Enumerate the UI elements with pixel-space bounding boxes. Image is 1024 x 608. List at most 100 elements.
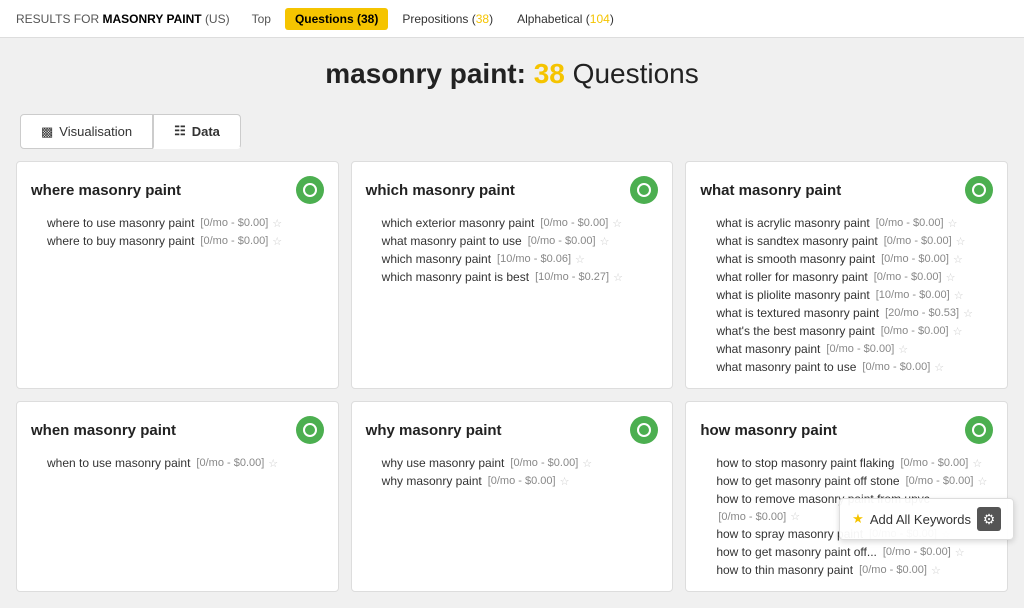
keyword-meta: [10/mo - $0.27] <box>535 271 609 283</box>
keyword-list-what: what is acrylic masonry paint [0/mo - $0.… <box>700 216 993 374</box>
keyword-star-icon[interactable]: ☆ <box>977 475 987 488</box>
card-action-btn-where[interactable] <box>296 176 324 204</box>
list-item: how to get masonry paint off stone [0/mo … <box>716 474 993 488</box>
view-toggle: ▩ Visualisation ☷ Data <box>0 106 1024 161</box>
keyword-meta: [0/mo - $0.00] <box>881 325 949 337</box>
keyword-star-icon[interactable]: ☆ <box>953 253 963 266</box>
keyword-text: how to thin masonry paint <box>716 563 853 577</box>
list-item: what masonry paint to use[0/mo - $0.00]☆ <box>382 234 659 248</box>
card-when: when masonry paint when to use masonry pa… <box>16 401 339 592</box>
card-what: what masonry paint what is acrylic masonr… <box>685 161 1008 389</box>
keyword-star-icon[interactable]: ☆ <box>898 343 908 356</box>
list-item: why use masonry paint [0/mo - $0.00] ☆ <box>382 456 659 470</box>
keyword-star-icon[interactable]: ☆ <box>972 457 982 470</box>
visualisation-btn[interactable]: ▩ Visualisation <box>20 114 153 149</box>
card-title-which: which masonry paint <box>366 182 515 199</box>
keyword-meta: [0/mo - $0.00] <box>540 217 608 229</box>
card-action-btn-which[interactable] <box>630 176 658 204</box>
list-item: what roller for masonry paint[0/mo - $0.… <box>716 270 993 284</box>
tab-questions[interactable]: Questions (38) <box>285 8 388 30</box>
card-action-btn-why[interactable] <box>630 416 658 444</box>
card-header-why: why masonry paint <box>366 416 659 444</box>
keyword-text: which masonry paint <box>382 252 491 266</box>
card-action-btn-what[interactable] <box>965 176 993 204</box>
keyword-meta: [0/mo - $0.00] <box>200 235 268 247</box>
keyword-star-icon[interactable]: ☆ <box>954 289 964 302</box>
add-all-keywords-btn[interactable]: ★ Add All Keywords ⚙ <box>839 498 1014 540</box>
list-item: which masonry paint is best[10/mo - $0.2… <box>382 270 659 284</box>
list-item: how to get masonry paint off...[0/mo - $… <box>716 545 993 559</box>
keyword-text: what masonry paint to use <box>382 234 522 248</box>
keyword-text: which exterior masonry paint <box>382 216 535 230</box>
keyword-text: what is smooth masonry paint <box>716 252 875 266</box>
card-title-how: how masonry paint <box>700 422 837 439</box>
keyword-star-icon[interactable]: ☆ <box>955 546 965 559</box>
keyword-star-icon[interactable]: ☆ <box>953 325 963 338</box>
keyword-star-icon[interactable]: ☆ <box>272 217 282 230</box>
keyword-text: when to use masonry paint <box>47 456 190 470</box>
keyword-star-icon[interactable]: ☆ <box>934 361 944 374</box>
keyword-text: what is acrylic masonry paint <box>716 216 869 230</box>
top-bar: RESULTS FOR MASONRY PAINT (US) Top Quest… <box>0 0 1024 38</box>
keyword-meta: [0/mo - $0.00] <box>196 457 264 469</box>
nav-tabs: Top Questions (38) Prepositions (38) Alp… <box>242 8 624 30</box>
list-item: why masonry paint[0/mo - $0.00]☆ <box>382 474 659 488</box>
keyword-star-icon[interactable]: ☆ <box>272 235 282 248</box>
keyword-star-icon[interactable]: ☆ <box>946 271 956 284</box>
data-btn[interactable]: ☷ Data <box>153 114 241 149</box>
card-action-btn-when[interactable] <box>296 416 324 444</box>
prepositions-count: 38 <box>476 12 489 26</box>
keyword-text: what's the best masonry paint <box>716 324 874 338</box>
data-label: Data <box>192 124 220 139</box>
title-type: Questions <box>573 58 699 89</box>
star-icon: ★ <box>852 511 864 527</box>
keyword-text: what is sandtex masonry paint <box>716 234 877 248</box>
page-title-area: masonry paint: 38 Questions <box>0 38 1024 106</box>
tab-alphabetical[interactable]: Alphabetical (104) <box>507 8 624 30</box>
keyword-star-icon[interactable]: ☆ <box>600 235 610 248</box>
card-title-when: when masonry paint <box>31 422 176 439</box>
tab-prepositions[interactable]: Prepositions (38) <box>392 8 503 30</box>
keyword-star-icon[interactable]: ☆ <box>612 217 622 230</box>
cards-grid: where masonry paintwhere to use masonry … <box>0 161 1024 608</box>
keyword-text: what is textured masonry paint <box>716 306 879 320</box>
keyword-meta: [0/mo - $0.00] <box>510 457 578 469</box>
card-header-what: what masonry paint <box>700 176 993 204</box>
card-action-btn-how[interactable] <box>965 416 993 444</box>
keyword-star-icon[interactable]: ☆ <box>613 271 623 284</box>
keyword-meta: [20/mo - $0.53] <box>885 307 959 319</box>
keyword-list-why: why use masonry paint[0/mo - $0.00]☆why … <box>366 456 659 488</box>
keyword-text: where to use masonry paint <box>47 216 194 230</box>
keyword-star-icon[interactable]: ☆ <box>931 564 941 577</box>
keyword-star-icon[interactable]: ☆ <box>790 510 800 523</box>
list-item: which exterior masonry paint [0/mo - $0.0… <box>382 216 659 230</box>
card-which: which masonry paint which exterior masonr… <box>351 161 674 389</box>
keyword-meta: [10/mo - $0.00] <box>876 289 950 301</box>
keyword-star-icon[interactable]: ☆ <box>948 217 958 230</box>
keyword-meta: [0/mo - $0.00] <box>906 475 974 487</box>
keyword-star-icon[interactable]: ☆ <box>582 457 592 470</box>
results-label: RESULTS FOR MASONRY PAINT (US) <box>16 12 230 26</box>
list-item: how to stop masonry paint flaking[0/mo -… <box>716 456 993 470</box>
bar-chart-icon: ▩ <box>41 124 53 140</box>
keyword-star-icon[interactable]: ☆ <box>575 253 585 266</box>
keyword-text: why use masonry paint <box>382 456 505 470</box>
list-item: how to thin masonry paint[0/mo - $0.00]☆ <box>716 563 993 577</box>
list-item: where to buy masonry paint[0/mo - $0.00]… <box>47 234 324 248</box>
gear-icon[interactable]: ⚙ <box>977 507 1001 531</box>
keyword-star-icon[interactable]: ☆ <box>963 307 973 320</box>
list-item: what is sandtex masonry paint [0/mo - $0.… <box>716 234 993 248</box>
page-title: masonry paint: 38 Questions <box>0 58 1024 90</box>
keyword-star-icon[interactable]: ☆ <box>560 475 570 488</box>
region-label: (US) <box>205 12 230 26</box>
card-header-which: which masonry paint <box>366 176 659 204</box>
keyword-star-icon[interactable]: ☆ <box>956 235 966 248</box>
list-item: what masonry paint to use[0/mo - $0.00]☆ <box>716 360 993 374</box>
keyword-meta: [0/mo - $0.00] <box>884 235 952 247</box>
keyword-meta: [0/mo - $0.00] <box>200 217 268 229</box>
tab-top[interactable]: Top <box>242 8 281 30</box>
keyword-text: how to get masonry paint off stone <box>716 474 899 488</box>
keyword-star-icon[interactable]: ☆ <box>268 457 278 470</box>
keyword-meta: [0/mo - $0.00] <box>488 475 556 487</box>
title-keyword: masonry paint: <box>325 58 526 89</box>
